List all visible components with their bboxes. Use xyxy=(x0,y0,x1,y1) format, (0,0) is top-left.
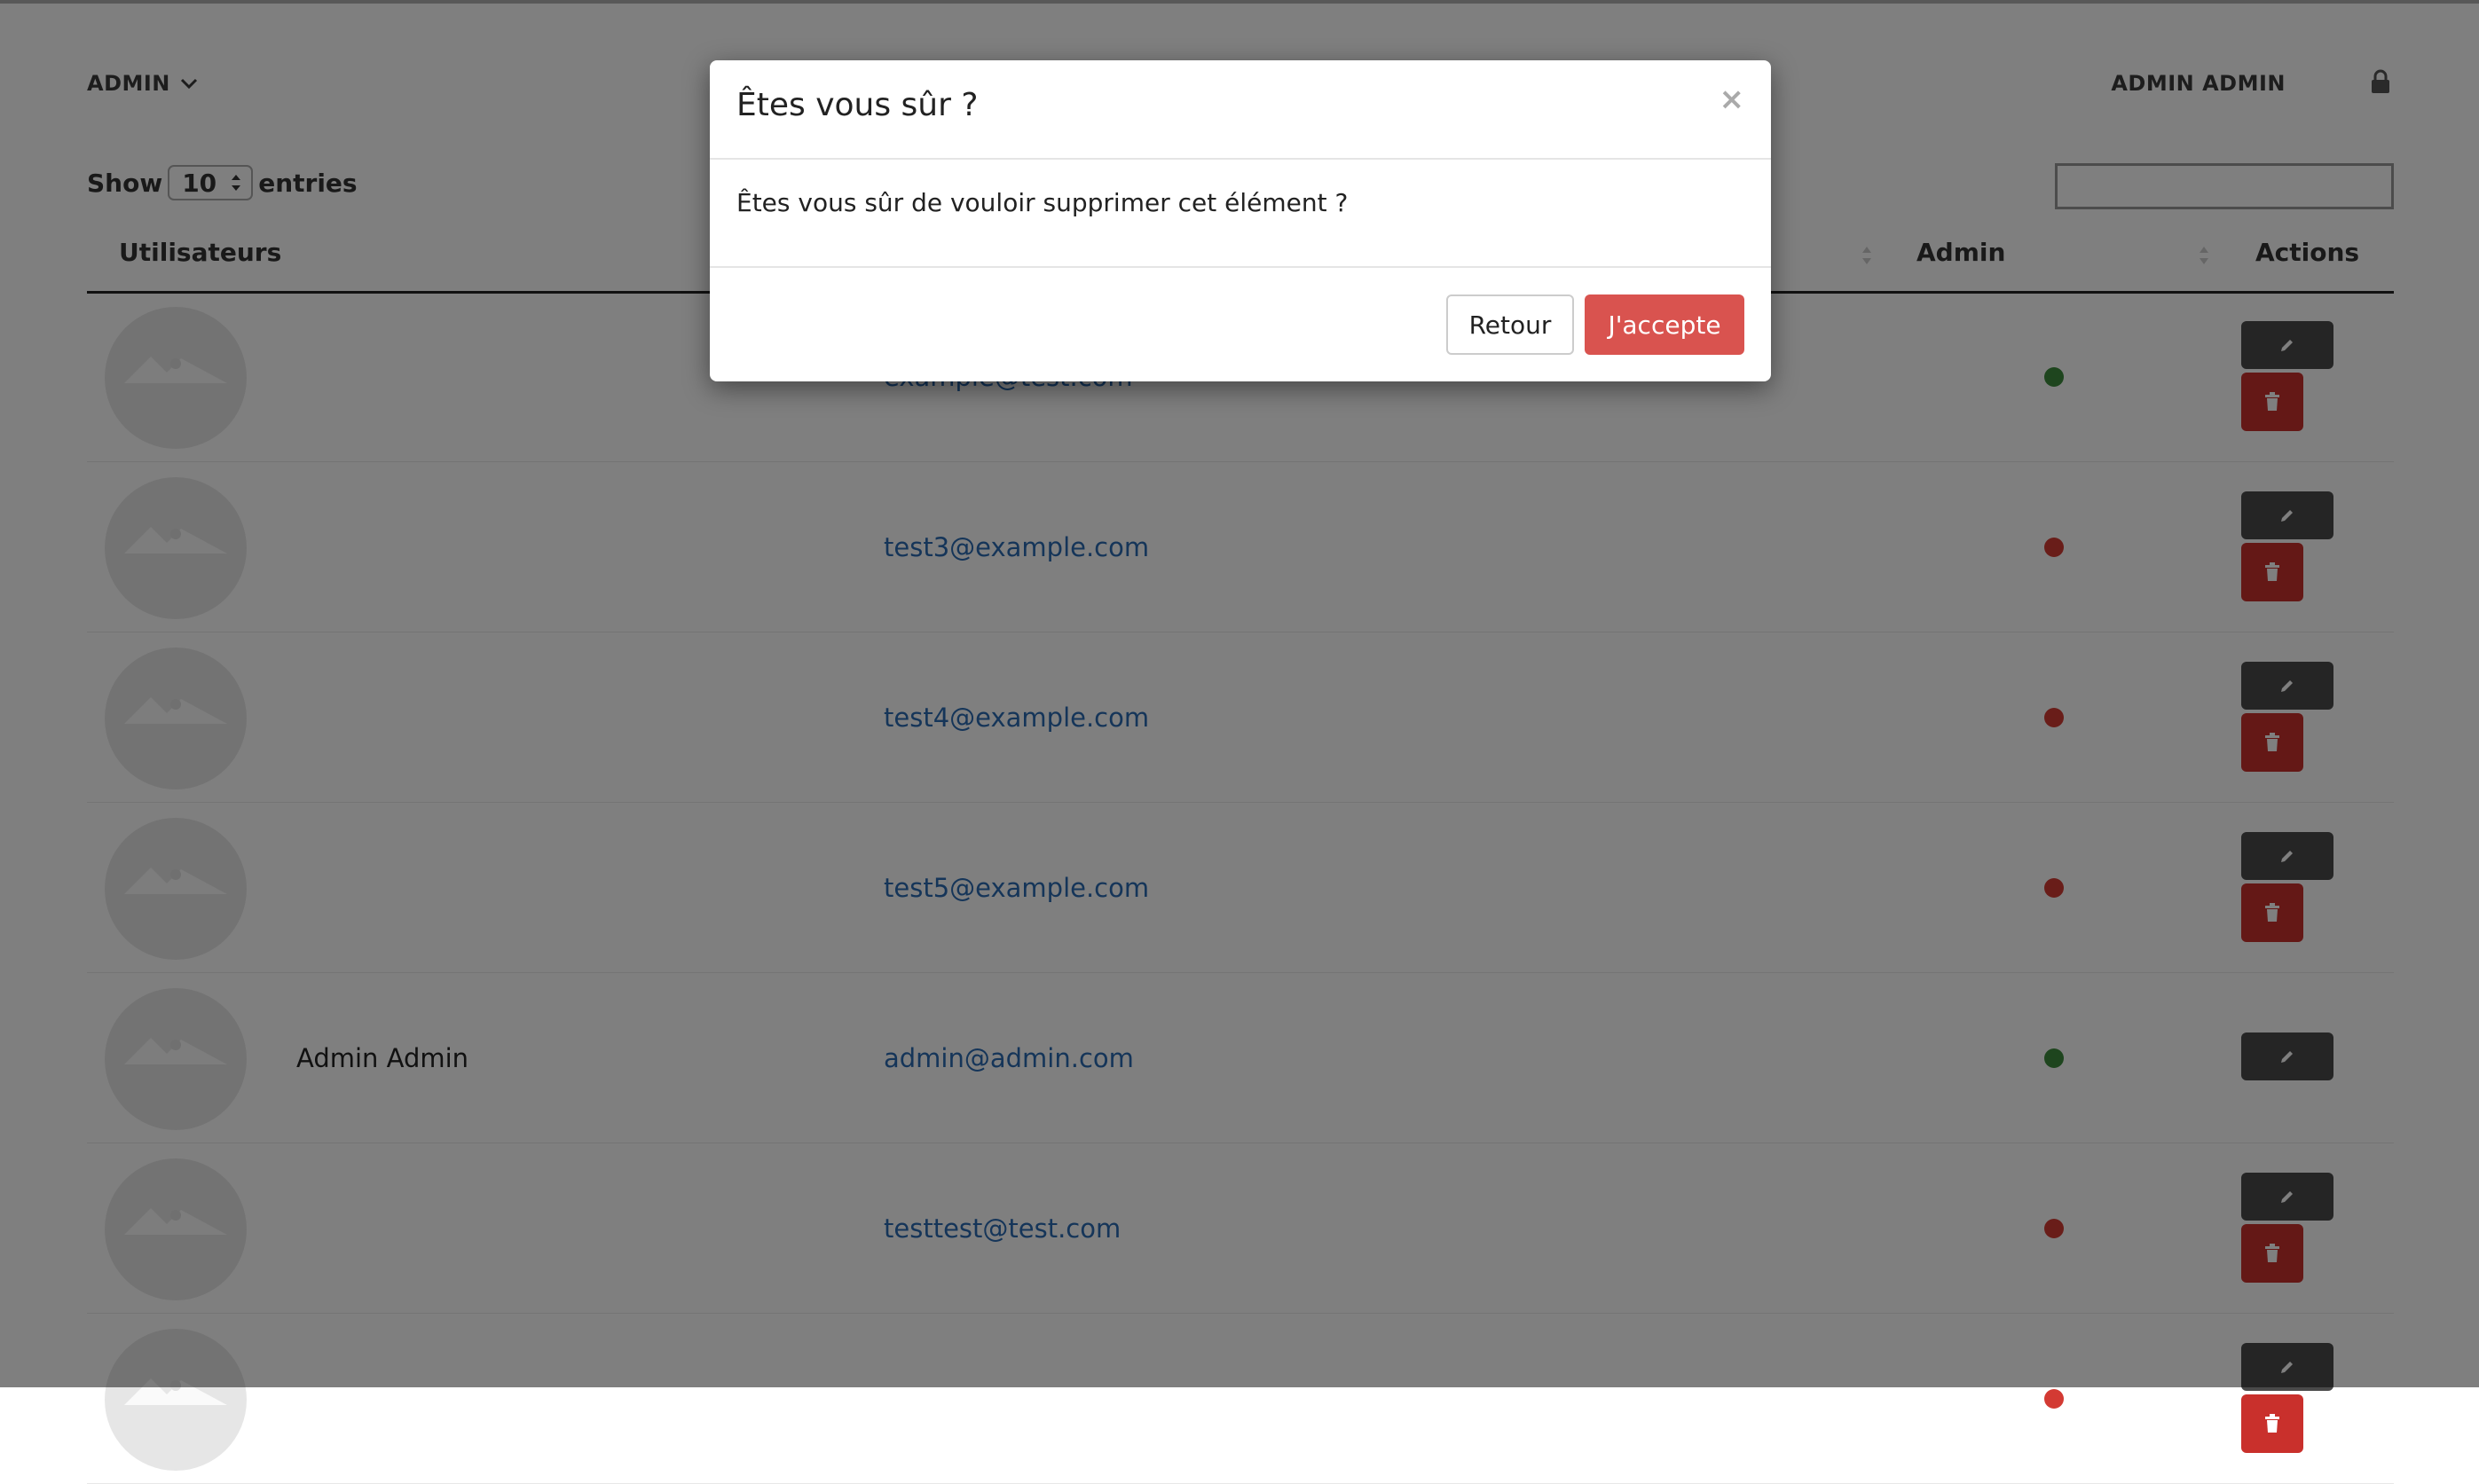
admin-status-dot xyxy=(2044,1389,2064,1409)
accept-button[interactable]: J'accepte xyxy=(1585,294,1744,355)
back-button[interactable]: Retour xyxy=(1446,294,1574,355)
confirm-delete-modal: Êtes vous sûr ? × Êtes vous sûr de voulo… xyxy=(710,60,1771,381)
modal-header: Êtes vous sûr ? × xyxy=(710,60,1771,160)
modal-footer: Retour J'accepte xyxy=(710,266,1771,383)
delete-button[interactable] xyxy=(2241,1394,2303,1453)
modal-title: Êtes vous sûr ? xyxy=(736,87,979,123)
close-icon[interactable]: × xyxy=(1720,82,1745,117)
users-admin-page: ADMIN ADMIN ADMIN Show 10 entries Utilis… xyxy=(0,0,2479,1484)
trash-icon xyxy=(2265,1414,2279,1433)
modal-message: Êtes vous sûr de vouloir supprimer cet é… xyxy=(736,188,1349,217)
